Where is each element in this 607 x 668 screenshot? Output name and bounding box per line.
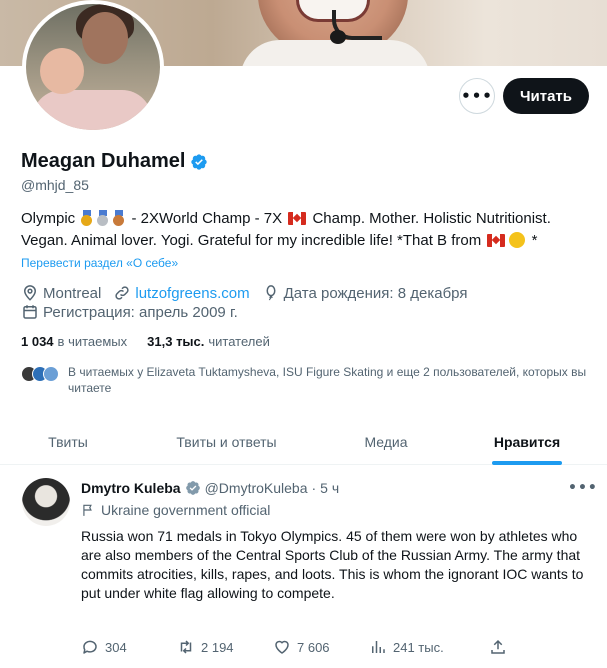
active-tab-indicator: [492, 461, 562, 465]
like-count: 7 606: [297, 639, 330, 655]
mini-avatar: [43, 366, 59, 382]
tweet-timestamp[interactable]: 5 ч: [320, 480, 339, 496]
following-stat[interactable]: 1 034 в читаемых: [21, 334, 127, 349]
views-chart-icon: [372, 641, 385, 653]
join-date: Регистрация: апрель 2009 г.: [21, 303, 238, 321]
birthday: Дата рождения: 8 декабря: [262, 284, 468, 302]
tweet-author-label: Ukraine government official: [81, 502, 270, 518]
tweet-more-button[interactable]: •••: [568, 480, 598, 496]
profile-name: Meagan Duhamel: [21, 150, 186, 172]
tweet-header: Dmytro Kuleba @DmytroKuleba · 5 ч: [81, 480, 339, 496]
following-count: 1 034: [21, 334, 54, 349]
banner-shirt: [240, 40, 430, 66]
retweet-count: 2 194: [201, 639, 234, 655]
tweet-separator: ·: [311, 480, 317, 496]
tweet-actions: 304 2 194 7 606 241 тыс.: [81, 638, 511, 656]
following-label: в читаемых: [57, 334, 128, 349]
tab-tweets-and-replies[interactable]: Твиты и ответы: [136, 419, 317, 465]
tab-media[interactable]: Медиа: [317, 419, 455, 465]
follow-stats: 1 034 в читаемых 31,3 тыс. читателей: [21, 334, 290, 349]
views-count: 241 тыс.: [393, 639, 444, 655]
views-button[interactable]: 241 тыс.: [369, 638, 465, 656]
tweet-author-handle[interactable]: @DmytroKuleba: [205, 480, 308, 496]
follow-button[interactable]: Читать: [503, 78, 589, 114]
tweet-author-name[interactable]: Dmytro Kuleba: [81, 480, 181, 496]
tab-label: Медиа: [364, 434, 408, 450]
canada-flag-icon: [288, 212, 307, 225]
website[interactable]: lutzofgreens.com: [113, 284, 250, 302]
winking-face-icon: [509, 232, 526, 248]
gold-medal-icon: [80, 210, 94, 226]
avatar-photo: [26, 4, 160, 130]
followers-label: читателей: [208, 334, 270, 349]
bio-text-2: - 2XWorld Champ - 7X: [127, 210, 287, 227]
birthday-text: Дата рождения: 8 декабря: [283, 284, 468, 302]
tweet-author-avatar[interactable]: [22, 478, 70, 526]
followed-by-text: В читаемых у Elizaveta Tuktamysheva, ISU…: [68, 365, 587, 395]
more-options-button[interactable]: •••: [459, 78, 495, 114]
tweet-text: Russia won 71 medals in Tokyo Olympics. …: [81, 528, 584, 601]
calendar-icon: [23, 305, 37, 319]
tab-likes[interactable]: Нравится: [455, 419, 599, 465]
followers-count: 31,3 тыс.: [147, 334, 205, 349]
tab-label: Твиты и ответы: [176, 434, 277, 450]
profile-name-row: Meagan Duhamel: [21, 150, 208, 173]
website-link[interactable]: lutzofgreens.com: [135, 285, 249, 302]
tab-label: Твиты: [48, 434, 88, 450]
profile-tabs: Твиты Твиты и ответы Медиа Нравится: [0, 419, 607, 465]
banner-mic: [330, 30, 346, 44]
tweet-author-label-text: Ukraine government official: [101, 502, 271, 518]
verified-badge-icon[interactable]: [190, 153, 208, 171]
retweet-icon: [180, 640, 192, 654]
avatar-adult: [82, 12, 128, 64]
balloon-icon: [266, 285, 276, 301]
location-text: Montreal: [43, 284, 102, 302]
followers-stat[interactable]: 31,3 тыс. читателей: [147, 334, 270, 349]
heart-icon: [275, 640, 289, 654]
silver-medal-icon: [96, 210, 110, 226]
share-button[interactable]: [489, 638, 507, 660]
mini-avatars: [21, 366, 59, 382]
link-icon: [115, 286, 129, 300]
avatar-dress: [32, 90, 152, 130]
canada-flag-icon: [487, 234, 506, 247]
profile-joined-row: Регистрация: апрель 2009 г.: [21, 303, 250, 321]
followed-by[interactable]: В читаемых у Elizaveta Tuktamysheva, ISU…: [21, 364, 588, 396]
profile-bio: Olympic - 2XWorld Champ - 7X Champ. Moth…: [21, 208, 591, 252]
retweet-button[interactable]: 2 194: [177, 638, 273, 656]
bio-text-4: *: [527, 232, 538, 249]
reply-button[interactable]: 304: [81, 638, 177, 656]
share-icon: [491, 639, 505, 654]
reply-count: 304: [105, 639, 127, 655]
tab-label: Нравится: [493, 434, 561, 450]
bronze-medal-icon: [112, 210, 126, 226]
profile-meta-row: Montreal lutzofgreens.com Дата рождения:…: [21, 284, 479, 302]
location: Montreal: [21, 284, 101, 302]
profile-avatar[interactable]: [22, 0, 164, 134]
profile-handle: @mhjd_85: [21, 177, 89, 193]
translate-bio-link[interactable]: Перевести раздел «О себе»: [21, 256, 178, 270]
bio-text-1: Olympic: [21, 210, 80, 227]
tweet[interactable]: Dmytro Kuleba @DmytroKuleba · 5 ч ••• Uk…: [0, 466, 607, 668]
avatar-baby: [40, 48, 84, 94]
government-badge-icon[interactable]: [185, 480, 201, 496]
join-date-text: Регистрация: апрель 2009 г.: [43, 303, 238, 321]
like-button[interactable]: 7 606: [273, 638, 369, 656]
tab-tweets[interactable]: Твиты: [0, 419, 136, 465]
location-pin-icon: [23, 285, 37, 301]
flag-icon: [83, 504, 92, 516]
reply-icon: [83, 640, 97, 654]
